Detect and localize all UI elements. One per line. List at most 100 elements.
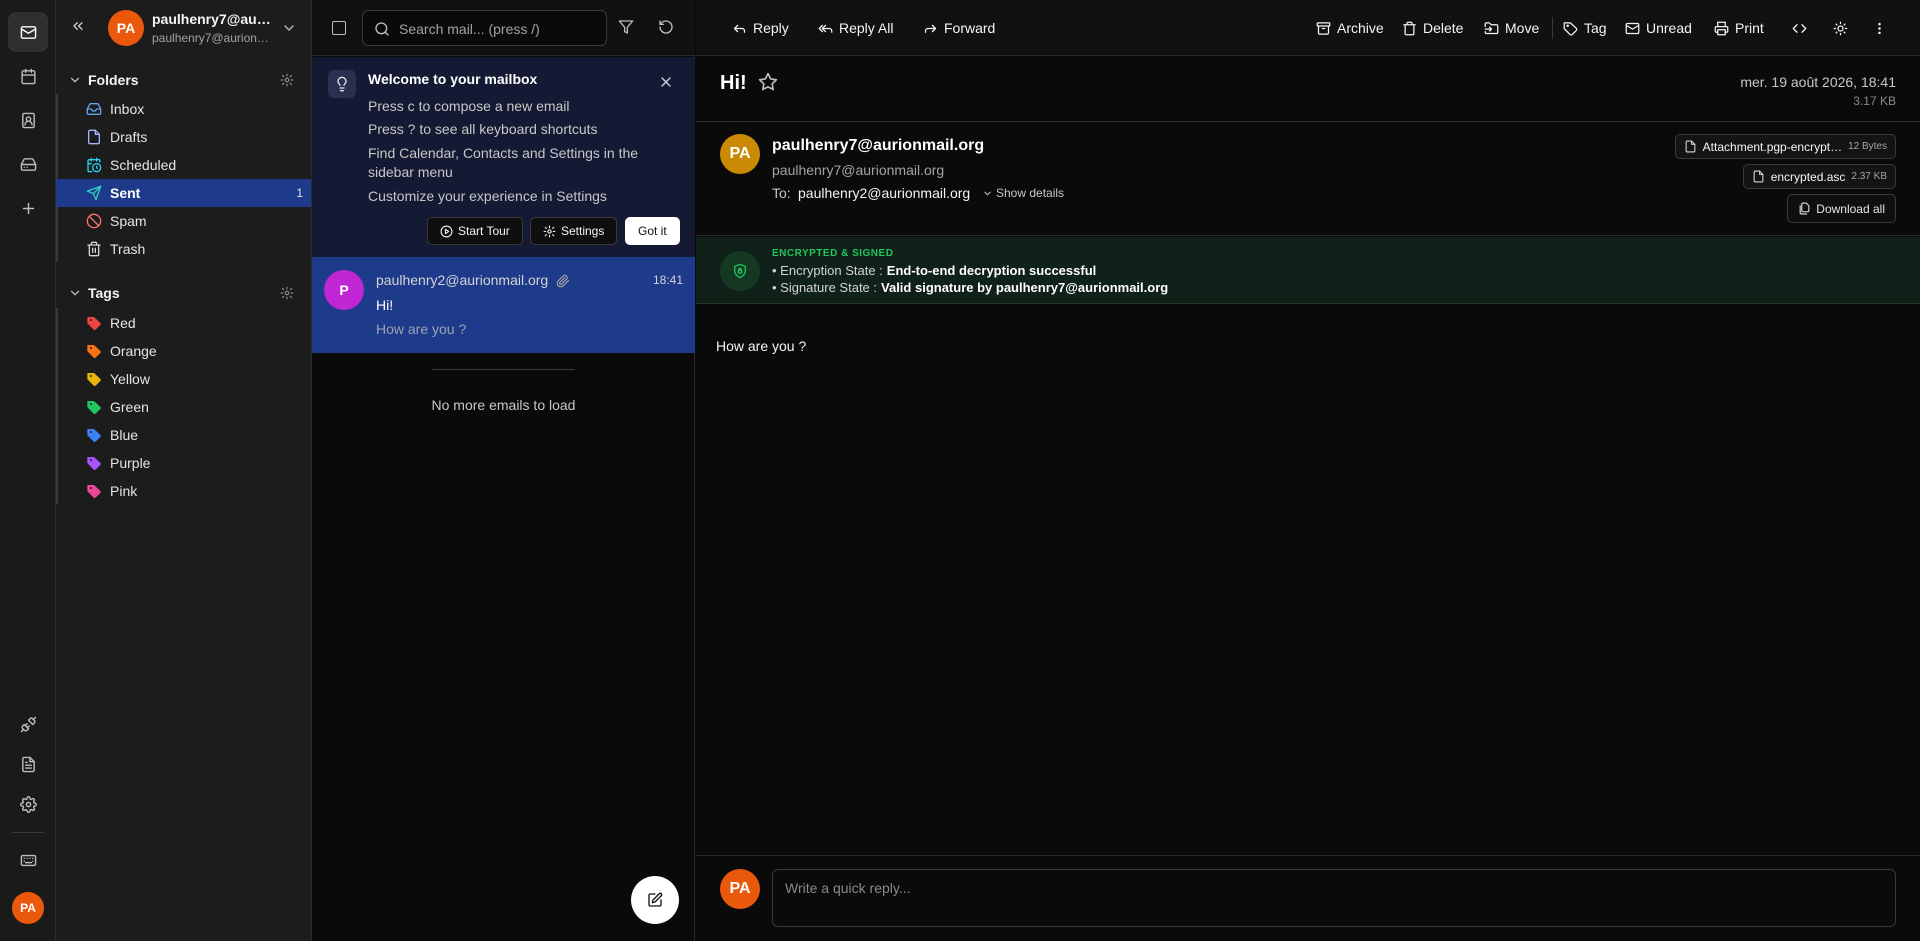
tag-label: Blue xyxy=(110,427,139,443)
folders-title: Folders xyxy=(88,72,139,88)
folders-section-header[interactable]: Folders xyxy=(56,68,311,92)
quick-reply-bar: PA xyxy=(696,855,1920,941)
reply-button[interactable]: Reply xyxy=(732,18,789,38)
code-icon xyxy=(1792,21,1807,36)
storage-nav-button[interactable] xyxy=(8,144,48,184)
attachment-chip[interactable]: Attachment.pgp-encrypt… 12 Bytes xyxy=(1674,134,1896,159)
show-details-button[interactable]: Show details xyxy=(982,186,1064,200)
app-rail: PA xyxy=(0,0,56,941)
documents-button[interactable] xyxy=(8,744,48,784)
got-it-button[interactable]: Got it xyxy=(625,217,680,245)
tag-purple[interactable]: Purple xyxy=(56,449,311,477)
print-button[interactable]: Print xyxy=(1714,18,1764,38)
user-avatar[interactable]: PA xyxy=(12,892,44,924)
print-label: Print xyxy=(1735,20,1764,36)
download-all-button[interactable]: Download all xyxy=(1787,194,1896,223)
mail-time: 18:41 xyxy=(652,273,683,287)
folder-label: Trash xyxy=(110,241,146,257)
hard-drive-icon xyxy=(20,156,37,173)
keyboard-shortcuts-button[interactable] xyxy=(8,840,48,880)
mail-list-item[interactable]: P paulhenry2@aurionmail.org 18:41 Hi! Ho… xyxy=(312,257,695,353)
folder-sent[interactable]: Sent 1 xyxy=(56,179,311,207)
collapse-sidebar-icon[interactable] xyxy=(70,18,86,34)
folder-drafts[interactable]: Drafts xyxy=(56,123,311,151)
folder-label: Spam xyxy=(110,213,147,229)
start-tour-label: Start Tour xyxy=(458,224,510,238)
pencil-square-icon xyxy=(647,892,663,908)
reply-all-label: Reply All xyxy=(839,20,894,36)
reply-all-button[interactable]: Reply All xyxy=(818,18,893,38)
trash-icon xyxy=(1402,21,1417,36)
account-switcher[interactable]: PA paulhenry7@aurionmail.org paulhenry7@… xyxy=(56,0,311,56)
list-toolbar xyxy=(312,0,695,56)
welcome-tip: Find Calendar, Contacts and Settings in … xyxy=(368,145,639,180)
attachment-chip[interactable]: encrypted.asc 2.37 KB xyxy=(1742,164,1896,189)
tags-section-header[interactable]: Tags xyxy=(56,281,311,305)
attachment-size: 12 Bytes xyxy=(1848,141,1887,152)
no-more-emails-text: No more emails to load xyxy=(431,397,576,413)
archive-icon xyxy=(1316,21,1331,36)
message-subject: Hi! xyxy=(720,72,747,94)
message-date: mer. 19 août 2026, 18:41 xyxy=(1740,74,1896,90)
contacts-icon xyxy=(20,112,37,129)
start-tour-button[interactable]: Start Tour xyxy=(427,217,523,245)
folder-label: Drafts xyxy=(110,129,148,145)
quick-reply-input[interactable] xyxy=(772,869,1896,927)
account-email: paulhenry7@aurionmail.org xyxy=(152,31,274,45)
contacts-nav-button[interactable] xyxy=(8,100,48,140)
archive-label: Archive xyxy=(1337,20,1384,36)
view-source-button[interactable] xyxy=(1792,18,1807,38)
printer-icon xyxy=(1714,21,1729,36)
tag-button[interactable]: Tag xyxy=(1563,18,1607,38)
folder-move-icon xyxy=(1484,21,1499,36)
settings-label: Settings xyxy=(561,224,605,238)
tag-label: Pink xyxy=(110,483,138,499)
more-vertical-icon xyxy=(1872,21,1887,36)
calendar-nav-button[interactable] xyxy=(8,56,48,96)
mail-nav-button[interactable] xyxy=(8,12,48,52)
folder-trash[interactable]: Trash xyxy=(56,235,311,263)
shield-lock-icon xyxy=(720,251,760,291)
more-options-button[interactable] xyxy=(1872,18,1887,38)
tag-green[interactable]: Green xyxy=(56,393,311,421)
filter-icon[interactable] xyxy=(618,19,634,35)
forward-button[interactable]: Forward xyxy=(923,18,995,38)
mark-unread-button[interactable]: Unread xyxy=(1625,18,1692,38)
welcome-settings-button[interactable]: Settings xyxy=(530,217,618,245)
settings-nav-button[interactable] xyxy=(8,784,48,824)
show-details-label: Show details xyxy=(996,186,1065,200)
unread-label: Unread xyxy=(1646,20,1692,36)
account-name: paulhenry7@aurionmail.org xyxy=(152,11,274,27)
lightbulb-icon xyxy=(328,70,356,98)
message-reader: Reply Reply All Forward Archive Delete M… xyxy=(696,0,1920,941)
tag-red[interactable]: Red xyxy=(56,309,311,337)
add-app-button[interactable] xyxy=(8,188,48,228)
refresh-icon[interactable] xyxy=(658,19,674,35)
move-button[interactable]: Move xyxy=(1484,18,1539,38)
select-all-checkbox[interactable] xyxy=(332,21,346,35)
keyboard-icon xyxy=(20,852,37,869)
tag-pink[interactable]: Pink xyxy=(56,477,311,505)
got-it-label: Got it xyxy=(638,224,667,238)
sender-name: paulhenry7@aurionmail.org xyxy=(772,137,985,154)
signature-state: • Signature State : Valid signature by pa… xyxy=(772,280,1168,295)
mail-list-pane: Welcome to your mailbox Press c to compo… xyxy=(312,0,695,941)
search-input[interactable] xyxy=(399,19,599,39)
encryption-state: • Encryption State : End-to-end decryptio… xyxy=(772,263,1096,278)
archive-button[interactable]: Archive xyxy=(1316,18,1384,38)
recipient: paulhenry2@aurionmail.org xyxy=(798,185,971,201)
compose-button[interactable] xyxy=(631,876,679,924)
tag-blue[interactable]: Blue xyxy=(56,421,311,449)
mail-icon xyxy=(1625,21,1640,36)
integrations-button[interactable] xyxy=(8,704,48,744)
folder-scheduled[interactable]: Scheduled xyxy=(56,151,311,179)
search-box[interactable] xyxy=(362,10,607,46)
tag-yellow[interactable]: Yellow xyxy=(56,365,311,393)
close-icon[interactable] xyxy=(658,74,674,90)
folder-spam[interactable]: Spam xyxy=(56,207,311,235)
tag-orange[interactable]: Orange xyxy=(56,337,311,365)
delete-button[interactable]: Delete xyxy=(1402,18,1463,38)
theme-toggle-button[interactable] xyxy=(1833,18,1848,38)
gear-icon xyxy=(543,225,556,238)
folder-inbox[interactable]: Inbox xyxy=(56,95,311,123)
